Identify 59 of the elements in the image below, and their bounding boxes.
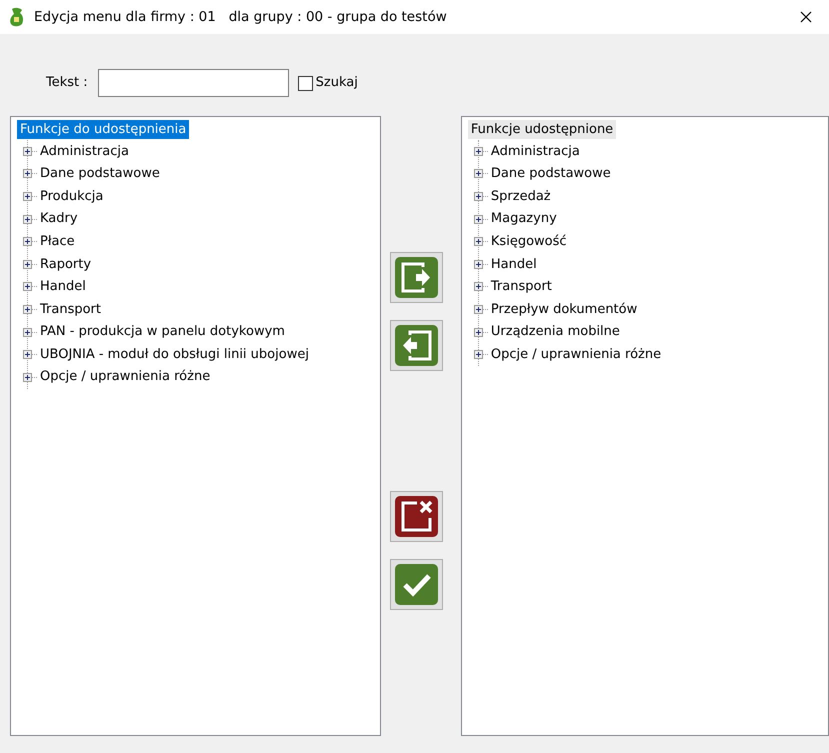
tree-item[interactable]: Płace	[40, 232, 75, 252]
expand-icon[interactable]	[474, 304, 489, 314]
expand-icon[interactable]	[474, 146, 489, 156]
tree-item[interactable]: UBOJNIA - moduł do obsługi linii ubojowej	[40, 344, 309, 364]
checkbox-label: Szukaj	[316, 74, 358, 92]
tree-item[interactable]: Handel	[40, 277, 86, 297]
expand-icon[interactable]	[23, 214, 38, 224]
expand-icon[interactable]	[474, 260, 489, 269]
app-icon	[8, 7, 26, 27]
expand-icon[interactable]	[23, 260, 38, 269]
remove-button[interactable]	[390, 320, 443, 371]
arrow-left-icon	[394, 325, 438, 366]
text-input[interactable]	[98, 69, 289, 97]
tree-item[interactable]: Sprzedaż	[490, 186, 551, 206]
cancel-button[interactable]	[390, 491, 443, 542]
expand-icon[interactable]	[474, 328, 489, 337]
expand-icon[interactable]	[474, 282, 489, 292]
tree-item[interactable]: Transport	[490, 277, 552, 297]
tree-root[interactable]: Funkcje do udostępnienia	[17, 120, 190, 139]
search-checkbox[interactable]	[298, 76, 313, 90]
expand-icon[interactable]	[23, 282, 38, 292]
window-title: Edycja menu dla firmy : 01 dla grupy : 00 - grupa do testów	[34, 8, 447, 27]
expand-icon[interactable]	[23, 304, 38, 314]
tree-item[interactable]: Kadry	[40, 209, 78, 229]
expand-icon[interactable]	[23, 146, 38, 156]
expand-icon[interactable]	[23, 328, 38, 337]
expand-icon[interactable]	[474, 169, 489, 178]
tree-item[interactable]: Dane podstawowe	[490, 164, 611, 184]
tree-item[interactable]: Administracja	[490, 142, 580, 162]
tree-item[interactable]: Produkcja	[40, 186, 104, 206]
expand-icon[interactable]	[23, 192, 38, 201]
tree-root[interactable]: Funkcje udostępnione	[468, 120, 616, 139]
field-label: Tekst :	[46, 74, 88, 92]
tree-item[interactable]: Księgowość	[490, 232, 567, 252]
tree-item[interactable]: Opcje / uprawnienia różne	[40, 367, 210, 387]
close-icon	[800, 11, 812, 23]
expand-icon[interactable]	[23, 237, 38, 246]
expand-icon[interactable]	[474, 237, 489, 246]
tree-item[interactable]: Transport	[40, 300, 102, 320]
tree-item[interactable]: Przepływ dokumentów	[490, 300, 638, 320]
tree-item[interactable]: Opcje / uprawnienia różne	[490, 344, 662, 364]
check-icon	[394, 564, 438, 605]
expand-icon[interactable]	[23, 372, 38, 382]
delete-icon	[394, 496, 438, 537]
tree-item[interactable]: Administracja	[40, 142, 129, 162]
confirm-button[interactable]	[390, 559, 443, 610]
expand-icon[interactable]	[474, 350, 489, 360]
tree-item[interactable]: PAN - produkcja w panelu dotykowym	[40, 322, 285, 342]
expand-icon[interactable]	[23, 350, 38, 360]
arrow-right-icon	[394, 257, 438, 298]
expand-icon[interactable]	[474, 192, 489, 201]
tree-item[interactable]: Raporty	[40, 254, 92, 274]
tree-item[interactable]: Urządzenia mobilne	[490, 322, 620, 342]
tree-item[interactable]: Magazyny	[490, 209, 557, 229]
add-button[interactable]	[390, 252, 443, 303]
expand-icon[interactable]	[474, 214, 489, 224]
expand-icon[interactable]	[23, 169, 38, 178]
tree-item[interactable]: Dane podstawowe	[40, 164, 160, 184]
tree-item[interactable]: Handel	[490, 254, 537, 274]
